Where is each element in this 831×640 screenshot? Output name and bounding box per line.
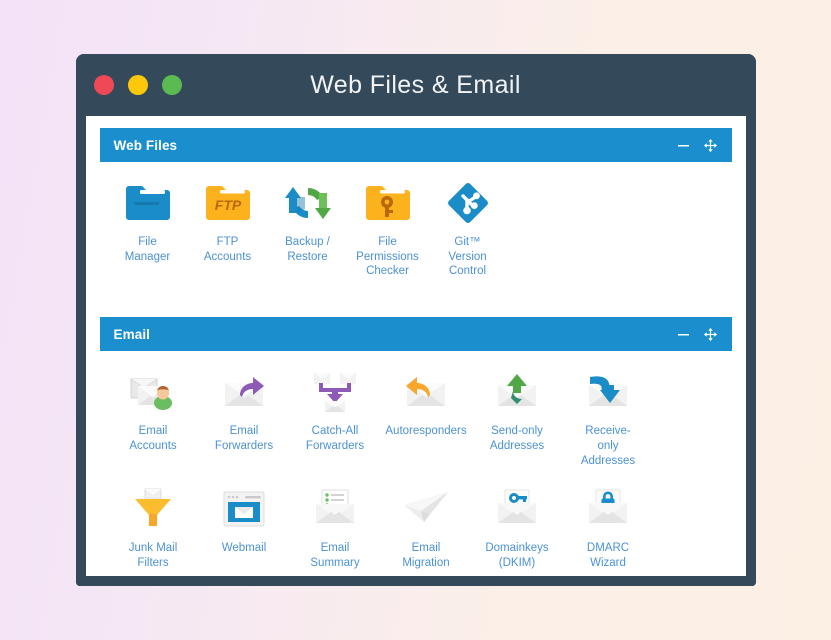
icon-grid-web-files: File Manager FTP FTP Accounts Backup / R… [108,178,724,295]
content-area: Web Files File Manager FTP FTP Accounts … [85,116,746,576]
tile-email-summary[interactable]: Email Summary [290,484,381,570]
tile-junk-mail-filters[interactable]: Junk Mail Filters [108,484,199,570]
tile-catch-all-forwarders[interactable]: Catch-All Forwarders [290,367,381,453]
app-window: Web Files & Email Web Files File Manager… [75,54,756,586]
close-button[interactable] [93,75,114,95]
window-controls [93,75,182,95]
tile-label: DMARC Wizard [586,542,630,570]
tile-file-permissions-checker[interactable]: File Permissions Checker [348,178,428,279]
panel-actions-web-files [677,138,718,153]
tile-send-only-addresses[interactable]: Send-only Addresses [472,367,563,453]
tile-label: Email Summary [310,542,360,570]
svg-text:FTP: FTP [214,197,241,213]
minimize-button[interactable] [127,75,148,95]
tile-label: Domainkeys (DKIM) [485,542,549,570]
tile-label: Email Forwarders [214,425,274,452]
tile-webmail[interactable]: Webmail [199,484,290,556]
tile-ftp-accounts[interactable]: FTP FTP Accounts [188,178,268,264]
tile-label: Email Accounts [129,425,177,452]
tile-label: Backup / Restore [285,236,330,263]
tile-label: Receive- only Addresses [580,425,636,467]
paper-plane-icon [398,484,454,534]
panel-header-web-files: Web Files [99,128,732,162]
tile-file-manager[interactable]: File Manager [108,178,188,264]
sync-arrows-icon [280,178,336,228]
envelope-lock-icon [580,484,636,534]
window-body: Web Files File Manager FTP FTP Accounts … [75,116,756,586]
tile-dmarc-wizard[interactable]: DMARC Wizard [563,484,654,570]
tile-autoresponders[interactable]: Autoresponders [381,367,472,439]
panel-body-web-files: File Manager FTP FTP Accounts Backup / R… [99,162,732,302]
tile-label: File Manager [124,236,171,263]
icon-grid-email: Email Accounts Email Forwarders Catch-Al… [108,367,724,576]
tile-git-version-control[interactable]: Git™ Version Control [428,178,508,279]
envelope-list-icon [307,484,363,534]
envelope-key-icon [489,484,545,534]
folder-ftp-icon: FTP [200,178,256,228]
tile-receive-only-addresses[interactable]: Receive- only Addresses [563,367,654,468]
tile-label: Catch-All Forwarders [305,425,365,452]
move-arrows-icon[interactable] [703,327,718,342]
folder-blue-icon [120,178,176,228]
folder-key-icon [360,178,416,228]
panel-title-email: Email [113,326,151,342]
tile-label: Send-only Addresses [489,425,545,452]
envelopes-merge-icon [307,367,363,417]
funnel-icon [125,484,181,534]
panel-title-web-files: Web Files [113,137,178,153]
panel-body-email: Email Accounts Email Forwarders Catch-Al… [99,351,732,576]
tile-label: Webmail [221,542,267,555]
panel-web-files: Web Files File Manager FTP FTP Accounts … [99,128,732,302]
envelope-orange-arrow-icon [398,367,454,417]
tile-email-migration[interactable]: Email Migration [381,484,472,570]
move-arrows-icon[interactable] [703,138,718,153]
envelope-purple-arrow-icon [216,367,272,417]
tile-label: File Permissions Checker [356,236,419,278]
minus-icon[interactable] [677,328,690,341]
panel-email: Email Email Accounts Email Forwarders Ca… [99,317,732,576]
tile-label: Junk Mail Filters [128,542,178,570]
tile-domainkeys-dkim[interactable]: Domainkeys (DKIM) [472,484,563,570]
panel-header-email: Email [99,317,732,352]
tile-label: Git™ Version Control [448,236,487,278]
git-icon [440,178,496,228]
tile-label: Autoresponders [385,425,467,438]
minus-icon[interactable] [677,139,690,152]
window-titlebar: Web Files & Email [75,54,756,116]
envelope-green-up-icon [489,367,545,417]
maximize-button[interactable] [161,75,182,95]
envelope-blue-down-icon [580,367,636,417]
tile-email-forwarders[interactable]: Email Forwarders [199,367,290,453]
tile-label: Email Migration [402,542,450,570]
panel-actions-email [677,327,718,342]
tile-label: FTP Accounts [203,236,252,263]
envelopes-user-icon [125,367,181,417]
browser-mail-icon [216,484,272,534]
tile-email-accounts[interactable]: Email Accounts [108,367,199,453]
tile-backup-restore[interactable]: Backup / Restore [268,178,348,264]
